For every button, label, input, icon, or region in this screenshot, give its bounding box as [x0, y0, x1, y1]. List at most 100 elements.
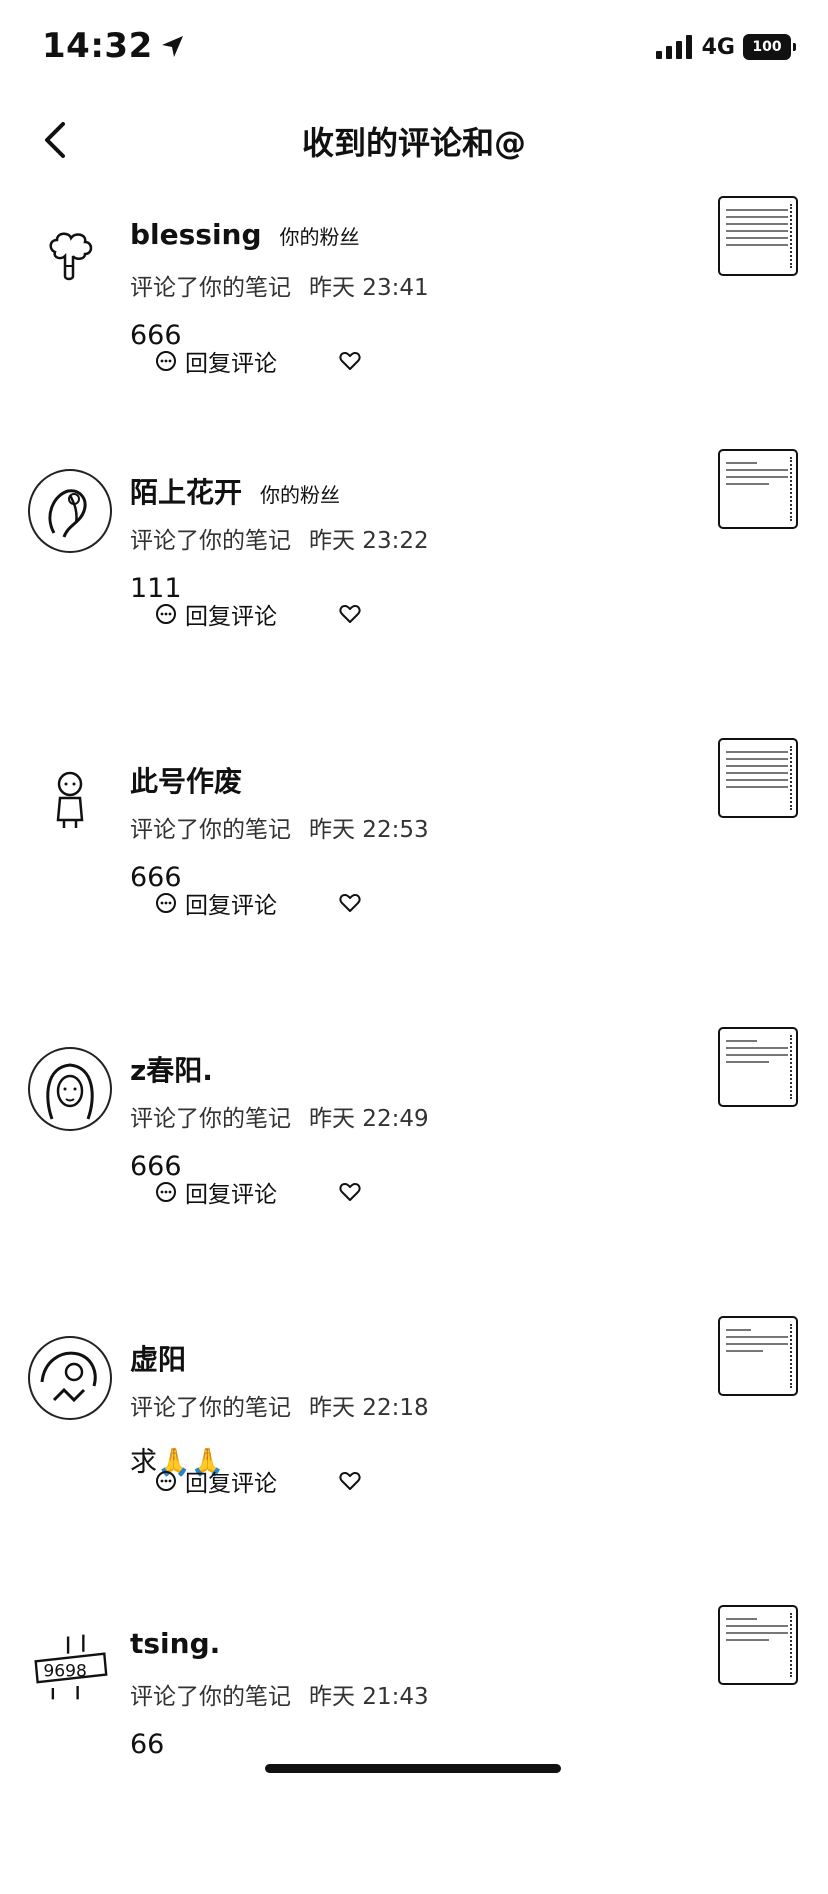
note-thumbnail[interactable] [718, 738, 798, 818]
comment-content: tsing. 评论了你的笔记 昨天 21:43 66 [130, 1627, 690, 1760]
avatar[interactable]: 9698 [28, 1625, 112, 1709]
comment-action: 评论了你的笔记 [130, 1395, 291, 1421]
like-button[interactable] [339, 1182, 361, 1202]
battery-icon: 100 [743, 34, 796, 60]
comment-item: 陌上花开 你的粉丝 评论了你的笔记 昨天 23:22 111 回复评论 [0, 449, 828, 738]
avatar[interactable] [28, 1047, 112, 1131]
broccoli-sketch-avatar-icon [49, 232, 93, 281]
floral-portrait-avatar-icon [48, 489, 87, 538]
username[interactable]: 虚阳 [130, 1338, 186, 1378]
comment-time: 昨天 22:18 [309, 1395, 429, 1421]
comment-content: 虚阳 评论了你的笔记 昨天 22:18 求🙏🙏 [130, 1338, 690, 1479]
comment-content: blessing 你的粉丝 评论了你的笔记 昨天 23:41 666 [130, 218, 690, 351]
reply-button[interactable]: 回复评论 [155, 1464, 277, 1498]
home-indicator[interactable] [265, 1764, 561, 1773]
reply-label: 回复评论 [185, 1471, 277, 1497]
reply-label: 回复评论 [185, 604, 277, 630]
comment-time: 昨天 23:22 [309, 528, 429, 554]
avatar[interactable] [28, 1336, 112, 1420]
comment-item: z春阳. 评论了你的笔记 昨天 22:49 666 回复评论 [0, 1027, 828, 1316]
comment-meta: 评论了你的笔记 昨天 22:53 [130, 810, 690, 844]
comment-action: 评论了你的笔记 [130, 817, 291, 843]
reply-label: 回复评论 [185, 893, 277, 919]
comment-time: 昨天 23:41 [309, 275, 429, 301]
note-thumbnail[interactable] [718, 196, 798, 276]
like-button[interactable] [339, 1471, 361, 1491]
username[interactable]: 此号作废 [130, 760, 242, 800]
comment-time: 昨天 22:49 [309, 1106, 429, 1132]
reply-label: 回复评论 [185, 1182, 277, 1208]
reply-button[interactable]: 回复评论 [155, 886, 277, 920]
chat-bubble-icon [156, 1471, 176, 1491]
note-thumbnail[interactable] [718, 1605, 798, 1685]
avatar[interactable] [28, 216, 112, 300]
note-thumbnail[interactable] [718, 1316, 798, 1396]
network-type: 4G [701, 34, 735, 60]
comment-action: 评论了你的笔记 [130, 1106, 291, 1132]
comment-item: 9698 tsing. 评论了你的笔记 昨天 21:43 66 [0, 1605, 828, 1894]
avatar[interactable] [28, 758, 112, 842]
comment-meta: 评论了你的笔记 昨天 22:49 [130, 1099, 690, 1133]
like-button[interactable] [339, 893, 361, 913]
chat-bubble-icon [156, 604, 176, 624]
comment-meta: 评论了你的笔记 昨天 21:43 [130, 1677, 690, 1711]
heart-icon [339, 1472, 361, 1490]
comment-time: 昨天 21:43 [309, 1684, 429, 1710]
svg-text:9698: 9698 [43, 1662, 87, 1682]
comment-item: blessing 你的粉丝 评论了你的笔记 昨天 23:41 666 回复评论 [0, 196, 828, 449]
heart-icon [339, 352, 361, 370]
like-button[interactable] [339, 351, 361, 371]
hand-drawn-avatar-icon: 9698 [34, 1634, 108, 1700]
reply-button[interactable]: 回复评论 [155, 344, 277, 378]
comment-actions: 回复评论 [155, 1175, 361, 1209]
like-button[interactable] [339, 604, 361, 624]
signal-icon [655, 35, 692, 59]
status-indicators: 4G 100 [655, 34, 796, 60]
comment-time: 昨天 22:53 [309, 817, 429, 843]
comment-content: z春阳. 评论了你的笔记 昨天 22:49 666 [130, 1049, 690, 1182]
comment-action: 评论了你的笔记 [130, 1684, 291, 1710]
reply-label: 回复评论 [185, 351, 277, 377]
reply-button[interactable]: 回复评论 [155, 597, 277, 631]
girl-portrait-avatar-icon [46, 1063, 94, 1120]
fan-badge: 你的粉丝 [260, 483, 341, 507]
comment-actions: 回复评论 [155, 1464, 361, 1498]
comment-item: 虚阳 评论了你的笔记 昨天 22:18 求🙏🙏 回复评论 [0, 1316, 828, 1605]
heart-icon [339, 605, 361, 623]
comment-content: 此号作废 评论了你的笔记 昨天 22:53 666 [130, 760, 690, 893]
chat-bubble-icon [156, 1182, 176, 1202]
comment-action: 评论了你的笔记 [130, 275, 291, 301]
comment-action: 评论了你的笔记 [130, 528, 291, 554]
page-title: 收到的评论和@ [301, 124, 526, 162]
comment-meta: 评论了你的笔记 昨天 23:41 [130, 268, 690, 302]
note-thumbnail[interactable] [718, 449, 798, 529]
battery-level: 100 [743, 34, 791, 60]
fan-badge: 你的粉丝 [279, 225, 360, 249]
sketch-portrait-avatar-icon [40, 1351, 97, 1403]
heart-icon [339, 1183, 361, 1201]
status-bar: 14:32 4G 100 [0, 0, 828, 100]
cartoon-figure-avatar-icon [56, 771, 84, 828]
note-thumbnail[interactable] [718, 1027, 798, 1107]
username[interactable]: blessing [130, 218, 262, 251]
comment-meta: 评论了你的笔记 昨天 23:22 [130, 521, 690, 555]
username[interactable]: z春阳. [130, 1049, 213, 1089]
status-time: 14:32 [42, 26, 185, 66]
comment-actions: 回复评论 [155, 597, 361, 631]
heart-icon [339, 894, 361, 912]
comment-list: blessing 你的粉丝 评论了你的笔记 昨天 23:41 666 回复评论 [0, 196, 828, 1894]
comment-actions: 回复评论 [155, 344, 361, 378]
navigation-header: 收到的评论和@ [0, 100, 828, 182]
reply-button[interactable]: 回复评论 [155, 1175, 277, 1209]
comment-content: 陌上花开 你的粉丝 评论了你的笔记 昨天 23:22 111 [130, 471, 690, 604]
username[interactable]: 陌上花开 [130, 471, 242, 511]
chat-bubble-icon [156, 351, 176, 371]
comment-text: 66 [130, 1729, 165, 1760]
chat-bubble-icon [156, 893, 176, 913]
comment-meta: 评论了你的笔记 昨天 22:18 [130, 1388, 690, 1422]
avatar[interactable] [28, 469, 112, 553]
username[interactable]: tsing. [130, 1627, 220, 1660]
location-arrow-icon [161, 36, 183, 57]
comment-actions: 回复评论 [155, 886, 361, 920]
comment-item: 此号作废 评论了你的笔记 昨天 22:53 666 回复评论 [0, 738, 828, 1027]
